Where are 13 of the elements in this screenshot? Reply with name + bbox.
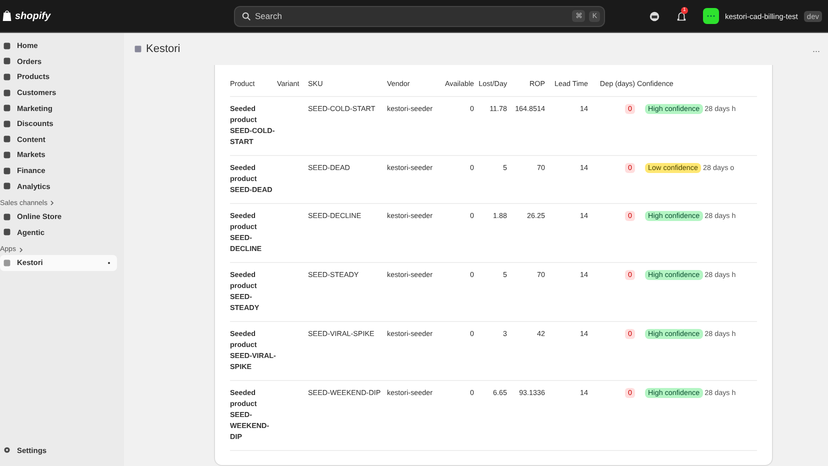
gear-icon bbox=[3, 446, 11, 454]
bell-icon[interactable] bbox=[676, 10, 687, 22]
avatar-icon[interactable] bbox=[702, 8, 719, 24]
search-input[interactable]: Search bbox=[255, 11, 568, 21]
app-icon bbox=[134, 45, 142, 53]
shopping-bag-icon bbox=[2, 10, 12, 22]
logo-text: shopify bbox=[15, 10, 51, 22]
search-icon bbox=[242, 12, 251, 20]
page-title: Kestori bbox=[146, 43, 180, 55]
more-actions-button[interactable]: ... bbox=[812, 44, 820, 54]
chevron-icon bbox=[18, 246, 23, 253]
chevron-icon bbox=[50, 200, 54, 206]
app-icon bbox=[3, 258, 11, 267]
